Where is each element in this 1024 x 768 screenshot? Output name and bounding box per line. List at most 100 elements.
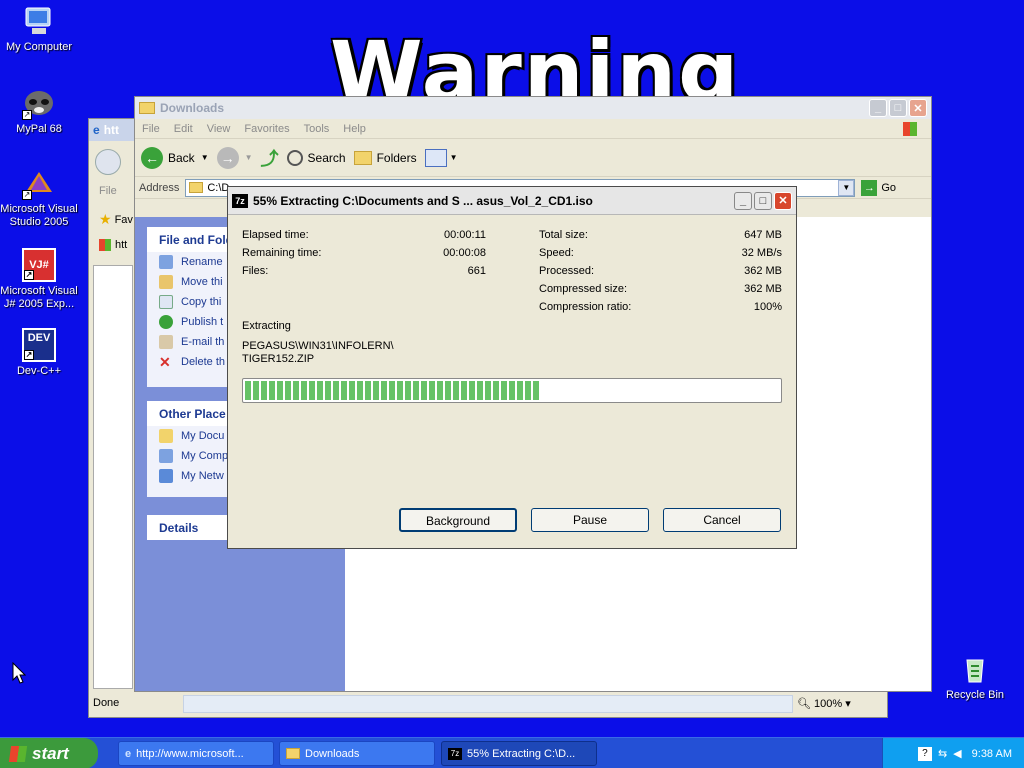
ie-menu-file[interactable]: File [99,185,117,197]
folders-button[interactable]: Folders [353,150,417,165]
cancel-button[interactable]: Cancel [663,508,781,532]
ie-icon: e [93,123,100,137]
start-button[interactable]: start [0,738,98,768]
extract-title: 55% Extracting C:\Documents and S ... as… [253,193,593,208]
extract-titlebar[interactable]: 7z 55% Extracting C:\Documents and S ...… [228,187,796,215]
menu-file[interactable]: File [135,123,167,135]
pause-button[interactable]: Pause [531,508,649,532]
zoom-icon: 🔍︎ [797,698,811,710]
my-documents-icon [159,429,173,443]
compressed-size-value: 362 MB [744,283,782,295]
delete-icon: ✕ [159,354,171,370]
ie-tab[interactable]: htt [99,239,127,251]
system-tray: ? ⇆ ◀ 9:38 AM [882,738,1024,768]
task-downloads[interactable]: Downloads [279,741,435,766]
compressed-size-label: Compressed size: [539,283,628,295]
back-arrow-icon: ← [141,146,163,169]
taskbar: start e http://www.microsoft... Download… [0,737,1024,768]
current-path-line2: TIGER152.ZIP [242,353,315,365]
menu-tools[interactable]: Tools [297,123,337,135]
visual-jsharp-icon: VJ# ↗ [22,248,56,282]
close-button[interactable]: ✕ [909,99,927,117]
menu-favorites[interactable]: Favorites [237,123,296,135]
go-arrow-icon: → [861,179,878,196]
background-button[interactable]: Background [399,508,517,532]
dialog-maximize-button[interactable]: □ [754,191,772,210]
search-icon [286,149,303,166]
elapsed-time-value: 00:00:11 [443,229,486,241]
warning-text: Warning [330,30,741,100]
up-folder-button[interactable]: ⤴ [261,145,279,171]
dialog-close-button[interactable]: ✕ [774,191,792,210]
windows-logo-icon [903,121,917,136]
volume-tray-icon[interactable]: ◀ [953,747,961,760]
sevenzip-icon: 7z [232,193,248,208]
clock[interactable]: 9:38 AM [972,748,1012,760]
network-icon [159,469,173,483]
sevenzip-task-icon: 7z [448,747,462,760]
views-button[interactable]: ▼ [424,148,458,167]
speed-label: Speed: [539,247,574,259]
minimize-button[interactable]: _ [869,99,887,117]
forward-arrow-icon: → [216,146,239,169]
desktop-icon-recycle-bin[interactable]: Recycle Bin [936,652,1014,702]
extract-dialog[interactable]: 7z 55% Extracting C:\Documents and S ...… [227,186,797,549]
visual-studio-icon: ↗ [22,166,56,200]
ie-back-icon[interactable] [95,149,121,175]
help-tray-icon[interactable]: ? [917,746,932,761]
ie-zoom[interactable]: 🔍︎ 100% ▾ [797,697,851,710]
desktop-icon-my-computer[interactable]: My Computer [0,4,78,54]
desktop-icon-dev-cpp[interactable]: DEV ↗ Dev-C++ [0,328,78,378]
task-extracting[interactable]: 7z 55% Extracting C:\D... [441,741,597,766]
email-icon [159,335,173,349]
speed-value: 32 MB/s [741,247,782,259]
menu-view[interactable]: View [200,123,238,135]
desktop-icon-visual-jsharp[interactable]: VJ# ↗ Microsoft Visual J# 2005 Exp... [0,248,78,311]
views-icon [424,148,447,167]
elapsed-time-label: Elapsed time: [242,229,309,241]
folder-task-icon [286,748,300,759]
back-button[interactable]: ← Back ▼ [141,146,209,169]
folder-icon [139,102,155,114]
dialog-minimize-button[interactable]: _ [734,191,752,210]
desktop-icon-visual-studio[interactable]: ↗ Microsoft Visual Studio 2005 [0,166,78,229]
my-computer-icon [22,4,56,38]
computer-icon [159,449,173,463]
task-ie[interactable]: e http://www.microsoft... [118,741,274,766]
windows-flag-icon [99,239,111,251]
menu-edit[interactable]: Edit [167,123,200,135]
copy-icon [159,295,173,309]
address-label: Address [139,181,180,194]
network-tray-icon[interactable]: ⇆ [938,747,947,760]
remaining-time-label: Remaining time: [242,247,322,259]
mypal-icon: ↗ [22,86,56,120]
rename-icon [159,255,173,269]
ie-status: Done [93,697,120,709]
favorites-star-icon: ★ [99,211,112,227]
move-icon [159,275,173,289]
current-path-line1: PEGASUS\WIN31\INFOLERN\ [242,340,394,352]
ie-status-bar [183,695,793,713]
files-value: 661 [467,265,486,277]
processed-label: Processed: [539,265,595,277]
extracting-status: Extracting [242,320,291,332]
ie-content [93,265,133,689]
address-folder-icon [189,182,204,193]
remaining-time-value: 00:00:08 [443,247,486,259]
forward-button[interactable]: → ▼ [216,146,253,169]
menu-help[interactable]: Help [336,123,373,135]
explorer-titlebar[interactable]: Downloads _ □ ✕ [135,97,931,119]
ie-favorites[interactable]: ★ Fav [99,211,133,228]
progress-bar [242,378,782,403]
total-size-label: Total size: [539,229,588,241]
processed-value: 362 MB [744,265,782,277]
address-dropdown-icon[interactable]: ▼ [838,179,855,196]
maximize-button[interactable]: □ [889,99,907,117]
search-button[interactable]: Search [286,149,346,166]
compression-ratio-value: 100% [753,301,782,313]
go-button[interactable]: → Go [861,179,896,196]
desktop-icon-mypal[interactable]: ↗ MyPal 68 [0,86,78,136]
up-folder-icon: ⤴ [260,148,279,169]
total-size-value: 647 MB [744,229,782,241]
compression-ratio-label: Compression ratio: [539,301,632,313]
